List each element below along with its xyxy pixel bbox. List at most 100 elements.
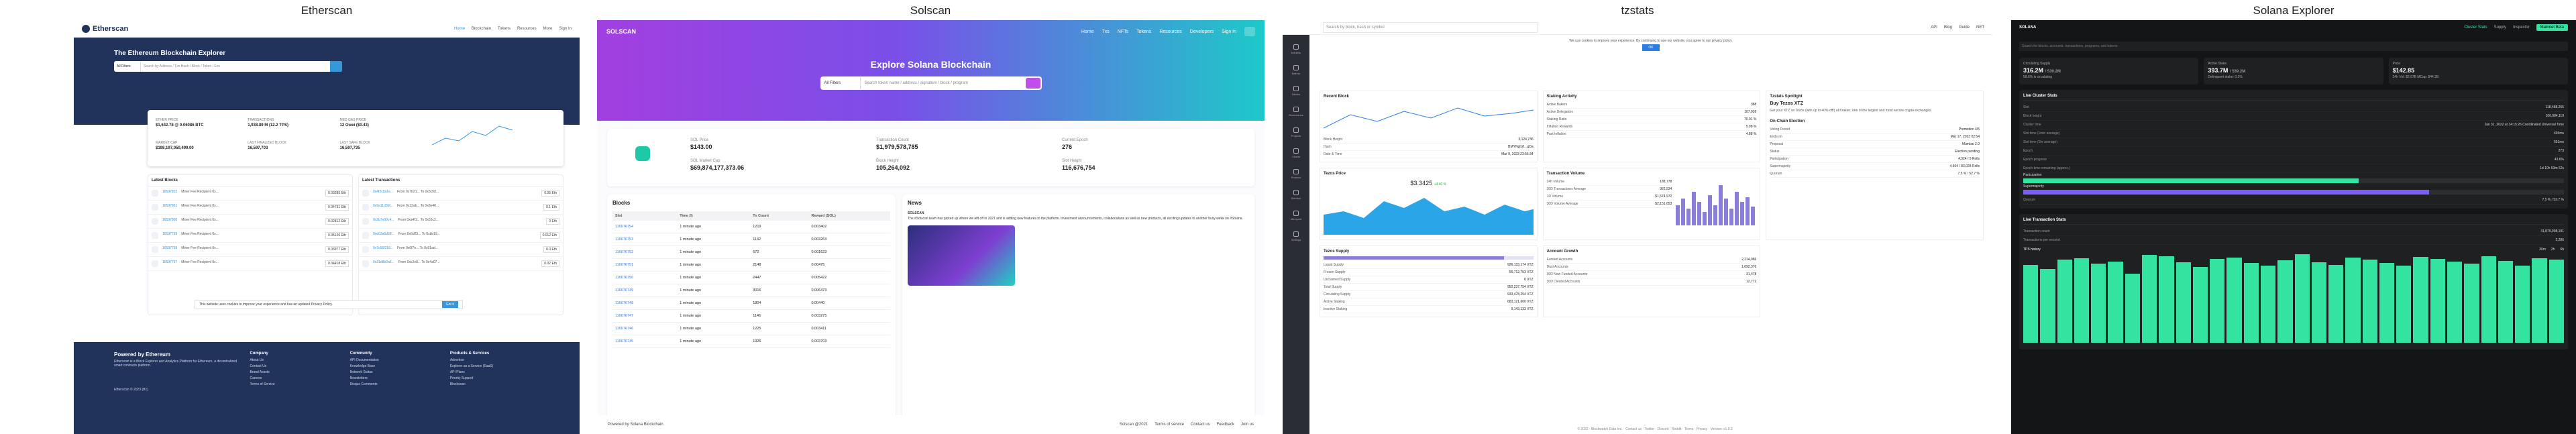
item-id[interactable]: 16597797 [162,260,177,267]
item-id[interactable]: 0x31d8b0a6... [373,260,394,267]
spotlight-headline[interactable]: Buy Tezos XTZ [1770,101,1803,106]
nav-home[interactable]: Home [454,27,465,31]
table-row[interactable]: 116676747 1 minute ago 1146 0.003275 [612,309,890,323]
nav-cluster-stats[interactable]: Cluster Stats [2464,25,2487,30]
footer-link[interactable]: Newsletters [350,376,439,380]
table-row[interactable]: 116676748 1 minute ago 1804 0.00440 [612,296,890,310]
item-id[interactable]: 0x4f2c8a1e... [373,190,393,197]
nav-tokens[interactable]: Tokens [498,27,511,31]
table-row[interactable]: 116676752 1 minute ago 672 0.001623 [612,246,890,259]
footer-link[interactable]: Blockscan [450,382,539,386]
footer-link[interactable]: Careers [250,376,339,380]
transaction-row[interactable]: 0x4f2c8a1e... From 0x7b21... To 0x3c9d...… [359,186,563,201]
item-id[interactable]: 0x9a11d3bf... [373,204,393,211]
nav-sign-in[interactable]: Sign In [559,27,572,31]
search-filter-select[interactable]: All Filters [114,61,141,72]
item-id[interactable]: 0xe03a6d58... [373,232,394,239]
block-row[interactable]: 16597800 Miner Fee Recipient 0x... 0.02812… [148,215,352,229]
item-id[interactable]: 0x7c55f218... [373,246,393,253]
slot-link[interactable]: 116676752 [612,246,678,259]
slot-link[interactable]: 116676754 [612,221,678,233]
footer-link[interactable]: Network Status [350,370,439,374]
solana-logo[interactable]: SOLANA [2019,25,2036,30]
item-id[interactable]: 0x2b7e90c4... [373,218,394,225]
footer-link[interactable]: Disqus Comments [350,382,439,386]
nav-blockchain[interactable]: Blockchain [472,27,491,31]
table-row[interactable]: 116676750 1 minute ago 2447 0.005422 [612,271,890,284]
menu-icon[interactable] [1244,27,1255,36]
sidebar-item[interactable]: Protocol [1283,169,1309,179]
item-id[interactable]: 16597799 [162,232,177,239]
range-tab[interactable]: 30m [2539,248,2546,252]
top-link[interactable]: Guide [1959,25,1970,30]
table-row[interactable]: 116676745 1 minute ago 1326 0.003703 [612,335,890,348]
footer-link[interactable]: Solscan @2021 [1120,423,1148,427]
top-link[interactable]: API [1931,25,1937,30]
sidebar-item[interactable]: Governance [1283,107,1309,117]
table-row[interactable]: 116676749 1 minute ago 3016 0.006473 [612,284,890,297]
footer-link[interactable]: Brand Assets [250,370,339,374]
nav-item[interactable]: Txs [1102,30,1110,34]
sidebar-item[interactable]: Blocks [1283,86,1309,96]
nav-item[interactable]: Resources [1159,30,1181,34]
slot-link[interactable]: 116676751 [612,258,678,272]
footer-link[interactable]: API Plans [450,370,539,374]
nav-item[interactable]: NFTs [1118,30,1128,34]
top-link[interactable]: Blog [1944,25,1952,30]
search-input[interactable]: Search for blocks, accounts, transaction… [2019,42,2568,51]
table-row[interactable]: 116676746 1 minute ago 1225 0.003411 [612,322,890,335]
item-id[interactable]: 16597801 [162,204,177,211]
footer-link[interactable]: Advertise [450,358,539,362]
footer-link[interactable]: Terms of Service [250,382,339,386]
footer-link[interactable]: Explorer as a Service (EaaS) [450,364,539,368]
nav-inspector[interactable]: Inspector [2513,25,2530,30]
solscan-logo[interactable]: SOLSCAN [606,28,636,35]
top-link[interactable]: NET [1976,25,1984,30]
footer-link[interactable]: Feedback [1217,423,1234,427]
footer-link[interactable]: Contact Us [250,364,339,368]
sidebar-item[interactable]: Charts [1283,148,1309,158]
footer-link[interactable]: Contact us [1191,423,1210,427]
slot-link[interactable]: 116676748 [612,296,678,310]
search-filter-select[interactable]: All Filters [820,77,861,89]
block-row[interactable]: 16597797 Miner Fee Recipient 0x... 0.04418… [148,257,352,271]
slot-link[interactable]: 116676747 [612,309,678,323]
sidebar-item[interactable]: Bakers [1283,65,1309,75]
search-button[interactable] [1025,78,1040,89]
nav-item[interactable]: Home [1081,30,1094,34]
sidebar-item[interactable]: Settings [1283,231,1309,241]
search-input[interactable]: Search token name / address / signature … [861,77,1026,89]
transaction-row[interactable]: 0x2b7e90c4... From 0xa4f1... To 0x55c2...… [359,215,563,229]
block-row[interactable]: 16597802 Miner Fee Recipient 0x... 0.03285… [148,186,352,201]
search-input[interactable]: Search by block, hash or symbol [1323,21,1538,33]
sidebar-item[interactable]: Markets [1283,44,1309,54]
footer-link[interactable]: Join us [1241,423,1254,427]
footer-link[interactable]: Knowledge Base [350,364,439,368]
cookie-ok-button[interactable]: OK [1642,44,1660,51]
cluster-select-button[interactable]: Mainnet Beta [2536,24,2568,31]
slot-link[interactable]: 116676746 [612,322,678,335]
slot-link[interactable]: 116676749 [612,284,678,297]
slot-link[interactable]: 116676745 [612,335,678,348]
news-tweet[interactable]: SOLSCAN The #Solscan team has picked up … [908,211,1249,286]
nav-item[interactable]: Tokens [1136,30,1151,34]
search-button[interactable] [330,61,342,72]
cookie-accept-button[interactable]: Got It [441,301,458,308]
table-row[interactable]: 116676751 1 minute ago 2148 0.00475 [612,258,890,272]
slot-link[interactable]: 116676750 [612,271,678,284]
slot-link[interactable]: 116676753 [612,233,678,246]
item-id[interactable]: 16597802 [162,190,177,197]
block-row[interactable]: 16597799 Miner Fee Recipient 0x... 0.05126… [148,229,352,243]
range-tab[interactable]: 2h [2551,248,2555,252]
table-row[interactable]: 116676753 1 minute ago 1142 0.003263 [612,233,890,246]
block-row[interactable]: 16597801 Miner Fee Recipient 0x... 0.04731… [148,201,352,215]
nav-supply[interactable]: Supply [2494,25,2506,30]
nav-item[interactable]: Sign In [1222,30,1236,34]
footer-link[interactable]: Priority Support [450,376,539,380]
footer-link[interactable]: Terms of service [1155,423,1184,427]
transaction-row[interactable]: 0x31d8b0a6... From 0xc2e8... To 0x4a07...… [359,257,563,271]
transaction-row[interactable]: 0x9a11d3bf... From 0x12ab... To 0x8e40...… [359,201,563,215]
block-row[interactable]: 16597798 Miner Fee Recipient 0x... 0.03977… [148,243,352,257]
nav-resources[interactable]: Resources [517,27,537,31]
nav-item[interactable]: Developers [1190,30,1214,34]
